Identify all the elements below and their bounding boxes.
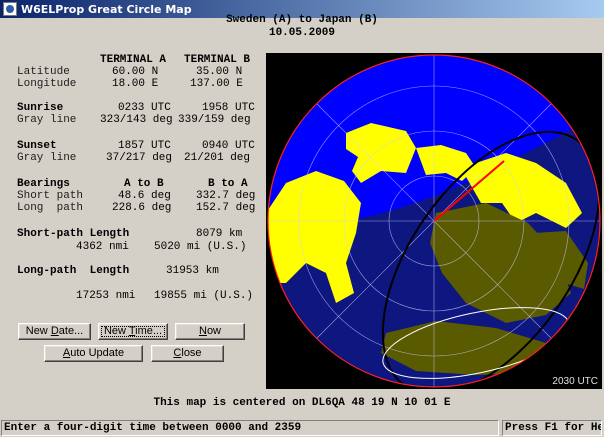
sunrise-b: 1958 UTC — [202, 102, 255, 114]
latitude-b: 35.00 N — [196, 66, 243, 78]
close-button[interactable]: Close — [151, 345, 224, 362]
sunset-b: 0940 UTC — [202, 140, 255, 152]
new-date-label-pre: New — [25, 325, 51, 337]
longitude-b: 137.00 E — [190, 78, 243, 90]
terminal-a-header: TERMINAL A — [100, 54, 167, 66]
auto-update-button[interactable]: Auto Update — [44, 345, 143, 362]
sunrise-a: 0233 UTC — [118, 102, 171, 114]
sunrise-label: Sunrise — [17, 102, 64, 114]
bearings-label: Bearings — [17, 178, 70, 190]
now-accel: N — [198, 325, 207, 337]
path-title: Sweden (A) to Japan (B) — [226, 14, 378, 26]
long-path-b: 152.7 deg — [196, 202, 256, 214]
new-time-label-pre: New — [103, 325, 129, 337]
new-time-label-post: ime... — [135, 325, 163, 337]
longitude-a: 18.00 E — [112, 78, 159, 90]
long-path-a: 228.6 deg — [112, 202, 172, 214]
latitude-a: 60.00 N — [112, 66, 159, 78]
bearings-b-header: B to A — [208, 178, 248, 190]
status-help: Press F1 for Help — [502, 420, 602, 436]
map-time-label: 2030 UTC — [552, 376, 598, 387]
new-time-button[interactable]: New Time... — [98, 323, 168, 340]
long-path-label: Long path — [17, 202, 84, 214]
map-date: 10.05.2009 — [268, 27, 335, 39]
long-length-label: Long-path Length — [17, 265, 130, 277]
sunset-grayline-a: 37/217 deg — [106, 152, 173, 164]
new-date-button[interactable]: New Date... — [18, 323, 91, 340]
now-button[interactable]: Now — [175, 323, 245, 340]
sunrise-grayline-a: 323/143 deg — [100, 114, 173, 126]
status-message: Enter a four-digit time between 0000 and… — [1, 420, 499, 436]
short-path-b: 332.7 deg — [196, 190, 256, 202]
latitude-label: Latitude — [17, 66, 70, 78]
bearings-a-header: A to B — [124, 178, 164, 190]
short-length-mi: 5020 mi (U.S.) — [154, 241, 247, 253]
map-center-caption: This map is centered on DL6QA 48 19 N 10… — [153, 397, 451, 409]
sunrise-grayline-b: 339/159 deg — [178, 114, 251, 126]
sunset-grayline-b: 21/201 deg — [184, 152, 251, 164]
sunset-label: Sunset — [17, 140, 57, 152]
long-length-km: 31953 km — [166, 265, 219, 277]
long-length-mi: 19855 mi (U.S.) — [154, 290, 254, 302]
short-path-a: 48.6 deg — [118, 190, 171, 202]
great-circle-map: 2030 UTC — [266, 53, 602, 389]
new-date-label-post: ate... — [58, 325, 84, 337]
short-length-km: 8079 km — [196, 228, 243, 240]
auto-update-label-post: uto Update — [70, 347, 125, 359]
terminal-b-header: TERMINAL B — [184, 54, 251, 66]
long-length-nmi: 17253 nmi — [76, 290, 136, 302]
close-label-post: lose — [181, 347, 202, 359]
azimuthal-globe — [267, 54, 601, 388]
short-length-label: Short-path Length — [17, 228, 130, 240]
now-label-post: ow — [206, 325, 221, 337]
longitude-label: Longitude — [17, 78, 77, 90]
status-bar: Enter a four-digit time between 0000 and… — [0, 418, 604, 437]
sunrise-grayline-label: Gray line — [17, 114, 77, 126]
short-length-nmi: 4362 nmi — [76, 241, 129, 253]
short-path-label: Short path — [17, 190, 84, 202]
sunset-a: 1857 UTC — [118, 140, 171, 152]
new-date-accel: D — [50, 325, 59, 337]
sunset-grayline-label: Gray line — [17, 152, 77, 164]
